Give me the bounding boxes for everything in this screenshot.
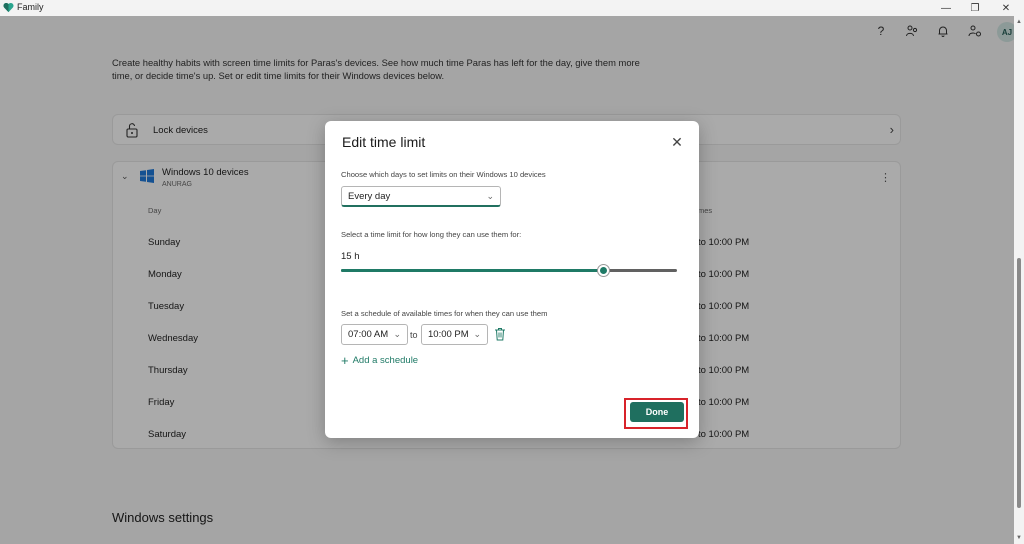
family-heart-icon <box>3 2 14 13</box>
done-highlight-box <box>624 398 688 429</box>
days-label: Choose which days to set limits on their… <box>341 170 546 179</box>
days-dropdown-value: Every day <box>348 191 391 202</box>
end-time-select[interactable]: 10:00 PM ⌄ <box>421 324 488 345</box>
to-label: to <box>410 330 418 340</box>
scrollbar-thumb[interactable] <box>1017 258 1021 508</box>
end-time-value: 10:00 PM <box>428 329 469 340</box>
slider-thumb[interactable] <box>596 264 610 277</box>
delete-schedule-icon[interactable] <box>494 327 506 341</box>
time-limit-slider[interactable] <box>341 264 677 277</box>
add-schedule-label: Add a schedule <box>352 355 419 366</box>
scroll-down-icon[interactable]: ▼ <box>1016 535 1022 541</box>
edit-time-limit-dialog: Edit time limit ✕ Choose which days to s… <box>325 121 699 438</box>
start-time-select[interactable]: 07:00 AM ⌄ <box>341 324 408 345</box>
time-limit-value: 15 h <box>341 251 360 262</box>
days-dropdown[interactable]: Every day ⌄ <box>341 186 501 207</box>
chevron-down-icon: ⌄ <box>486 191 494 201</box>
app-title: Family <box>17 2 44 12</box>
chevron-down-icon: ⌄ <box>393 329 401 339</box>
limit-label: Select a time limit for how long they ca… <box>341 230 522 239</box>
schedule-label: Set a schedule of available times for wh… <box>341 309 548 318</box>
scroll-up-icon[interactable]: ▲ <box>1016 19 1022 25</box>
dialog-title: Edit time limit <box>342 134 426 150</box>
slider-fill <box>341 269 604 272</box>
chevron-down-icon: ⌄ <box>473 329 481 339</box>
close-icon[interactable]: ✕ <box>669 134 685 150</box>
start-time-value: 07:00 AM <box>348 329 389 340</box>
close-window-button[interactable]: ✕ <box>988 0 1024 16</box>
add-schedule-button[interactable]: + Add a schedule <box>341 352 419 368</box>
title-bar: Family — ❐ ✕ <box>0 0 1024 16</box>
plus-icon: + <box>341 352 349 368</box>
